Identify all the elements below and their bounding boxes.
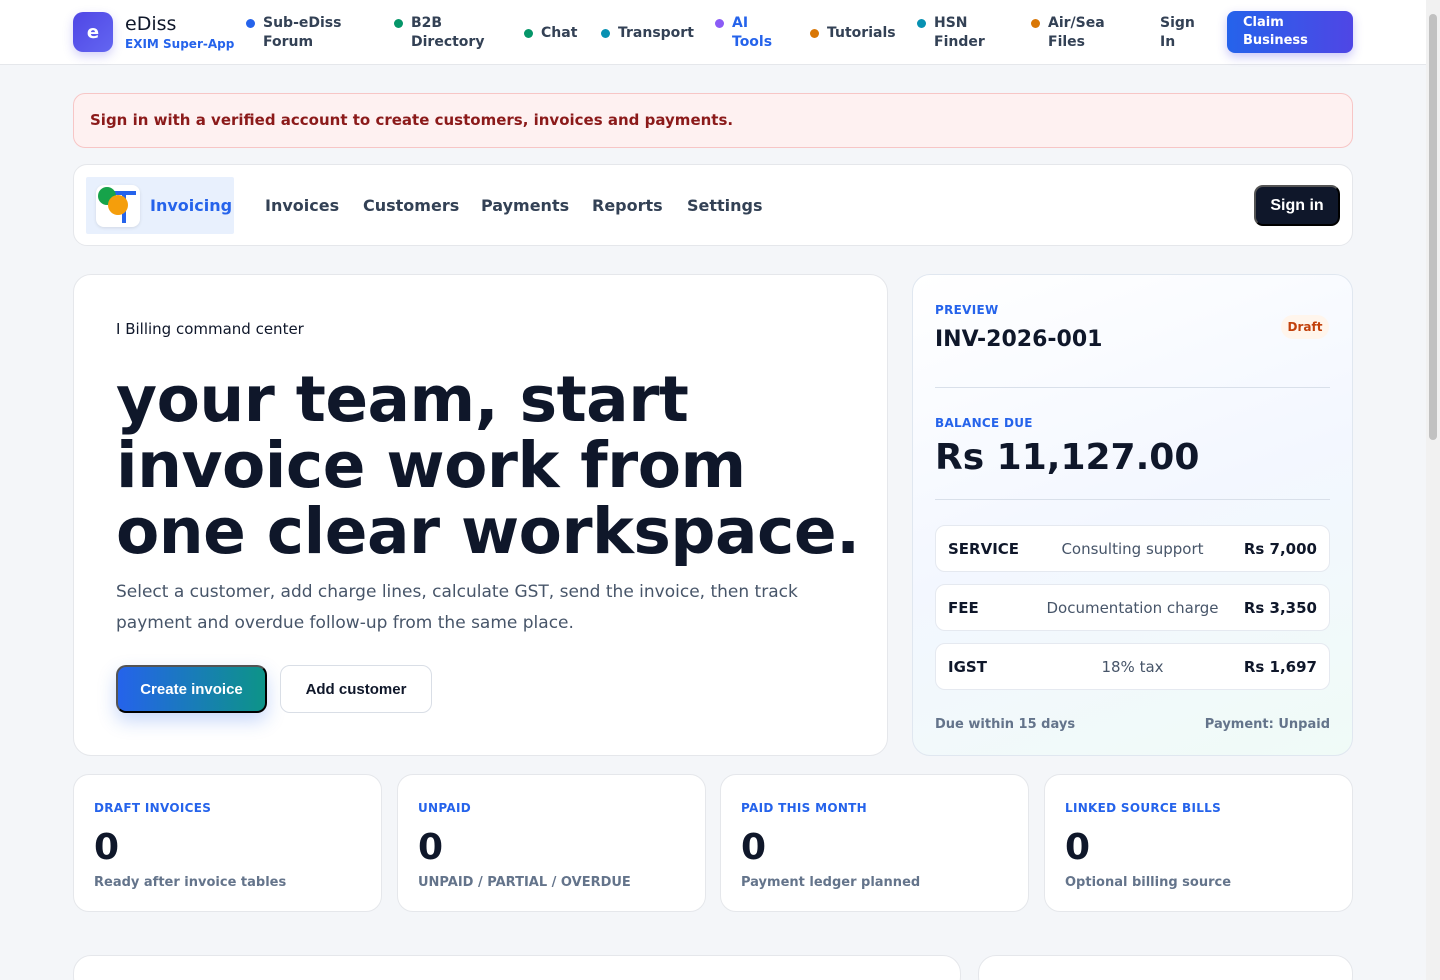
scrollbar-thumb[interactable]: [1429, 14, 1437, 440]
line-item-code: IGST: [948, 658, 987, 676]
nav-link-label: AI Tools: [732, 15, 773, 50]
stat-subtext: UNPAID / PARTIAL / OVERDUE: [418, 875, 631, 890]
nav-link-tutorials[interactable]: Tutorials: [810, 24, 896, 43]
line-item-code: FEE: [948, 599, 979, 617]
stat-card-linked-source-bills: LINKED SOURCE BILLS 0 Optional billing s…: [1044, 774, 1353, 912]
subnav-item-reports[interactable]: Reports: [592, 196, 663, 215]
stat-value: 0: [418, 827, 444, 868]
dot-icon: [601, 29, 610, 38]
stat-subtext: Ready after invoice tables: [94, 875, 287, 890]
due-terms: Due within 15 days: [935, 717, 1076, 732]
nav-link-label: Tutorials: [827, 25, 896, 41]
stat-value: 0: [94, 827, 120, 868]
hero-description: Select a customer, add charge lines, cal…: [116, 582, 798, 633]
stat-value: 0: [1065, 827, 1091, 868]
invoice-number: INV-2026-001: [935, 327, 1103, 352]
stat-label: LINKED SOURCE BILLS: [1065, 801, 1222, 815]
nav-link-hsn-finder[interactable]: HSN Finder: [917, 14, 985, 52]
line-item: Consulting support SERVICE Rs 7,000: [935, 525, 1330, 572]
nav-link-b2b-directory[interactable]: B2B Directory: [394, 14, 484, 52]
divider: [935, 387, 1330, 388]
brand-name[interactable]: eDiss: [125, 13, 176, 35]
nav-link-air-sea-files[interactable]: Air/Sea Files: [1031, 14, 1105, 52]
subnav-item-settings[interactable]: Settings: [687, 196, 763, 215]
hero-headline: your team, start invoice work from one c…: [116, 363, 860, 568]
balance-due-label: BALANCE DUE: [935, 416, 1033, 430]
invoice-preview-card: PREVIEW INV-2026-001 Draft BALANCE DUE R…: [912, 274, 1353, 756]
preview-label: PREVIEW: [935, 303, 999, 317]
invoicing-subnav: Invoicing Invoices Customers Payments Re…: [73, 164, 1353, 246]
stat-card-paid-this-month: PAID THIS MONTH 0 Payment ledger planned: [720, 774, 1029, 912]
status-badge: Draft: [1281, 315, 1329, 339]
stat-card-draft-invoices: DRAFT INVOICES 0 Ready after invoice tab…: [73, 774, 382, 912]
bottom-card-left: [73, 955, 961, 980]
line-item: Documentation charge FEE Rs 3,350: [935, 584, 1330, 631]
brand-logo[interactable]: e: [73, 12, 113, 52]
nav-link-label: Air/Sea Files: [1048, 15, 1105, 50]
bottom-card-right: [978, 955, 1353, 980]
hero-card: I Billing command center your team, star…: [73, 274, 888, 756]
nav-link-sub-ediss-forum[interactable]: Sub-eDiss Forum: [246, 14, 341, 52]
dot-icon: [246, 19, 255, 28]
subnav-item-payments[interactable]: Payments: [481, 196, 569, 215]
divider: [935, 499, 1330, 500]
stat-subtext: Payment ledger planned: [741, 875, 921, 890]
sign-in-alert: Sign in with a verified account to creat…: [73, 93, 1353, 148]
payment-status: Payment: Unpaid: [1204, 717, 1330, 732]
subnav-item-invoices[interactable]: Invoices: [265, 196, 339, 215]
top-navbar: e eDiss EXIM Super-App Sub-eDiss Forum B2…: [0, 0, 1426, 65]
nav-link-label: Sub-eDiss Forum: [263, 15, 342, 50]
stat-card-unpaid: UNPAID 0 UNPAID / PARTIAL / OVERDUE: [397, 774, 706, 912]
stat-value: 0: [741, 827, 767, 868]
dot-icon: [810, 29, 819, 38]
hero-eyebrow: I Billing command center: [116, 320, 304, 338]
stat-label: DRAFT INVOICES: [94, 801, 212, 815]
nav-link-label: Transport: [618, 25, 694, 41]
line-item-amount: Rs 7,000: [1243, 540, 1317, 558]
subnav-invoicing-home[interactable]: Invoicing: [86, 177, 234, 234]
subnav-item-customers[interactable]: Customers: [363, 196, 459, 215]
page-scrollbar[interactable]: [1426, 0, 1440, 980]
brand-tagline: EXIM Super-App: [125, 37, 235, 51]
nav-link-label: B2B Directory: [411, 15, 485, 50]
balance-due-value: Rs 11,127.00: [935, 437, 1200, 478]
claim-business-button[interactable]: Claim Business: [1227, 11, 1353, 53]
dot-icon: [1031, 19, 1040, 28]
sign-in-button[interactable]: Sign in: [1254, 185, 1340, 226]
dot-icon: [394, 19, 403, 28]
add-customer-button[interactable]: Add customer: [280, 665, 432, 713]
nav-link-ai-tools[interactable]: AI Tools: [715, 14, 772, 52]
line-item: 18% tax IGST Rs 1,697: [935, 643, 1330, 690]
create-invoice-button[interactable]: Create invoice: [116, 665, 267, 713]
stat-subtext: Optional billing source: [1065, 875, 1232, 890]
line-item-amount: Rs 3,350: [1243, 599, 1317, 617]
nav-link-label: Chat: [541, 25, 578, 41]
invoicing-logo-icon: [96, 185, 140, 227]
dot-icon: [917, 19, 926, 28]
stat-label: PAID THIS MONTH: [741, 801, 868, 815]
stat-label: UNPAID: [418, 801, 471, 815]
nav-link-label: HSN Finder: [934, 15, 985, 50]
subnav-active-label: Invoicing: [150, 196, 233, 215]
top-sign-in-link[interactable]: Sign In: [1160, 14, 1195, 52]
dot-icon: [524, 29, 533, 38]
nav-link-transport[interactable]: Transport: [601, 24, 694, 43]
line-item-code: SERVICE: [948, 540, 1020, 558]
dot-icon: [715, 19, 724, 28]
line-item-amount: Rs 1,697: [1243, 658, 1317, 676]
nav-link-chat[interactable]: Chat: [524, 24, 577, 43]
